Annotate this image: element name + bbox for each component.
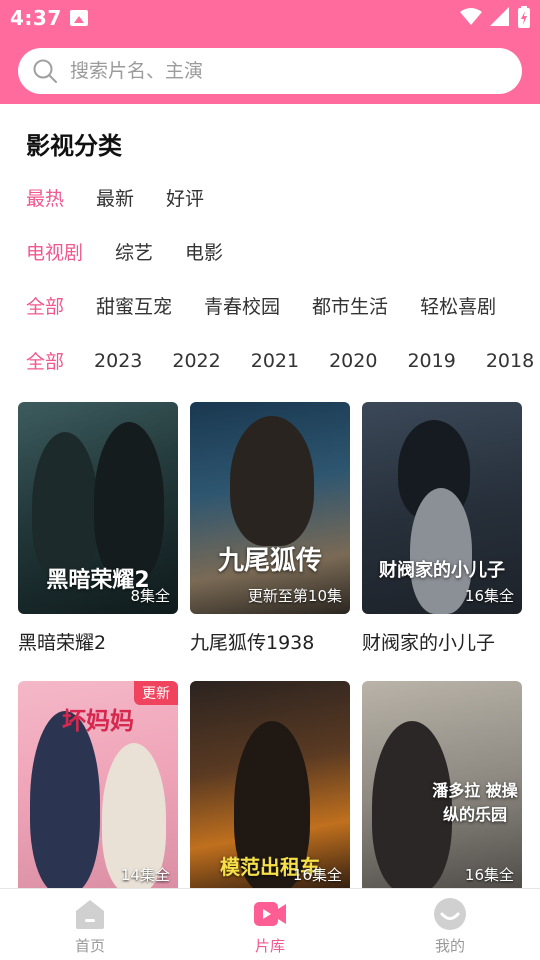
nav-library[interactable]: 片库 <box>180 889 360 960</box>
year-filter-row: 全部 2023 2022 2021 2020 2019 2018 <box>26 347 540 374</box>
poster-figure <box>230 416 314 546</box>
bottom-navigation: 首页 片库 我的 <box>0 888 540 960</box>
type-filter-row: 电视剧 综艺 电影 <box>26 238 255 265</box>
video-card[interactable]: 坏妈妈 更新 14集全 <box>18 681 178 893</box>
filter-year-2020[interactable]: 2020 <box>329 350 377 372</box>
filter-genre-comedy[interactable]: 轻松喜剧 <box>420 292 496 319</box>
category-title: 影视分类 <box>26 132 122 160</box>
nav-profile[interactable]: 我的 <box>360 889 540 960</box>
video-card[interactable]: 潘多拉 被操纵的乐园 16集全 <box>362 681 522 893</box>
filter-year-all[interactable]: 全部 <box>26 347 64 374</box>
video-title[interactable]: 黑暗荣耀2 <box>18 628 178 655</box>
video-poster[interactable]: 财阀家的小儿子 16集全 <box>362 402 522 614</box>
search-icon <box>33 59 57 83</box>
poster-title-art: 财阀家的小儿子 <box>379 560 505 581</box>
filter-genre-romance[interactable]: 甜蜜互宠 <box>96 292 172 319</box>
filter-sort-hot[interactable]: 最热 <box>26 184 64 211</box>
episode-badge: 16集全 <box>464 587 514 605</box>
poster-title-art: 九尾狐传 <box>217 546 322 576</box>
profile-icon <box>434 898 466 930</box>
wifi-icon <box>460 8 482 25</box>
filter-genre-all[interactable]: 全部 <box>26 292 64 319</box>
video-poster[interactable]: 坏妈妈 更新 14集全 <box>18 681 178 893</box>
status-icons <box>460 6 530 28</box>
episode-badge: 16集全 <box>292 866 342 884</box>
filter-year-2018[interactable]: 2018 <box>486 350 534 372</box>
video-poster[interactable]: 九尾狐传 更新至第10集 <box>190 402 350 614</box>
poster-figure <box>410 488 472 614</box>
filter-year-2021[interactable]: 2021 <box>251 350 299 372</box>
gallery-notification-icon <box>70 10 88 26</box>
header-bar: 4:37 <box>0 0 540 104</box>
nav-profile-label: 我的 <box>434 937 465 955</box>
status-time: 4:37 <box>10 6 62 30</box>
episode-badge: 16集全 <box>464 866 514 884</box>
video-title[interactable]: 九尾狐传1938 <box>190 628 350 655</box>
video-poster[interactable]: 黑暗荣耀2 8集全 <box>18 402 178 614</box>
episode-badge: 8集全 <box>130 587 170 605</box>
video-title[interactable]: 财阀家的小儿子 <box>362 628 522 655</box>
status-bar: 4:37 <box>0 0 540 36</box>
video-poster[interactable]: 模范出租车 16集全 <box>190 681 350 893</box>
filter-sort-rating[interactable]: 好评 <box>166 184 204 211</box>
search-input[interactable] <box>70 60 490 82</box>
update-tag: 更新 <box>134 681 178 705</box>
poster-figure <box>94 422 164 582</box>
filter-genre-campus[interactable]: 青春校园 <box>204 292 280 319</box>
poster-figure <box>32 432 98 582</box>
nav-home-label: 首页 <box>74 937 105 955</box>
filter-type-tv[interactable]: 电视剧 <box>26 238 83 265</box>
filter-type-variety[interactable]: 综艺 <box>115 238 153 265</box>
filter-year-2022[interactable]: 2022 <box>172 350 220 372</box>
nav-library-label: 片库 <box>254 937 285 955</box>
sort-filter-row: 最热 最新 好评 <box>26 184 236 211</box>
episode-badge: 更新至第10集 <box>247 587 342 605</box>
genre-filter-row: 全部 甜蜜互宠 青春校园 都市生活 轻松喜剧 <box>26 292 528 319</box>
video-poster[interactable]: 潘多拉 被操纵的乐园 16集全 <box>362 681 522 893</box>
poster-figure <box>30 711 100 893</box>
nav-home[interactable]: 首页 <box>0 889 180 960</box>
video-card[interactable]: 财阀家的小儿子 16集全 财阀家的小儿子 <box>362 402 522 655</box>
search-bar[interactable] <box>18 48 522 94</box>
filter-sort-new[interactable]: 最新 <box>96 184 134 211</box>
video-card[interactable]: 黑暗荣耀2 8集全 黑暗荣耀2 <box>18 402 178 655</box>
video-card[interactable]: 模范出租车 16集全 <box>190 681 350 893</box>
video-card[interactable]: 九尾狐传 更新至第10集 九尾狐传1938 <box>190 402 350 655</box>
poster-title-art: 潘多拉 被操纵的乐园 <box>432 781 518 824</box>
filter-genre-urban[interactable]: 都市生活 <box>312 292 388 319</box>
poster-title-art: 坏妈妈 <box>62 707 134 735</box>
filter-year-2019[interactable]: 2019 <box>407 350 455 372</box>
filter-year-2023[interactable]: 2023 <box>94 350 142 372</box>
episode-badge: 14集全 <box>120 866 170 884</box>
signal-icon <box>490 7 509 26</box>
battery-icon <box>518 6 530 28</box>
filter-type-movie[interactable]: 电影 <box>185 238 223 265</box>
video-library-icon <box>254 902 286 926</box>
home-icon <box>76 900 104 929</box>
